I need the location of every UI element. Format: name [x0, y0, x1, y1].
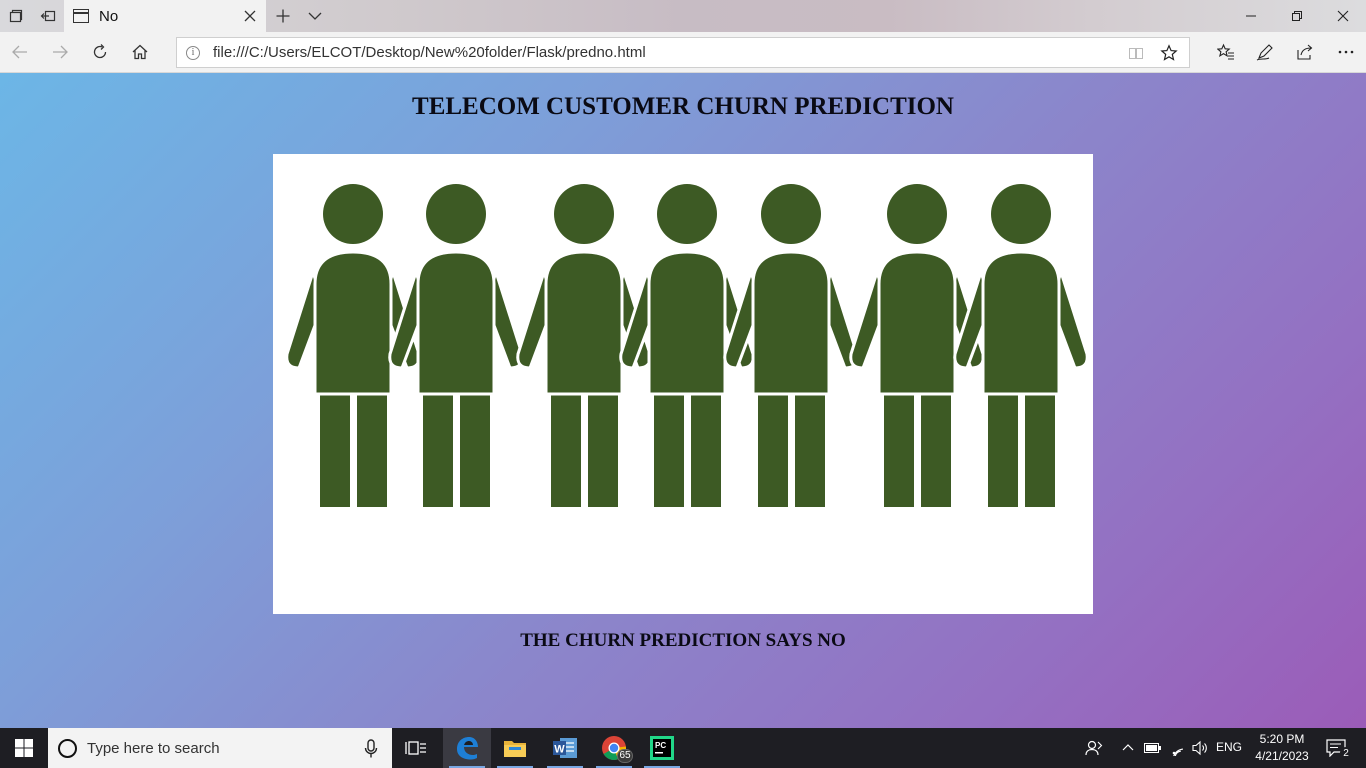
edge-browser-icon[interactable]	[443, 728, 491, 768]
browser-title-bar: No	[0, 0, 1366, 32]
web-note-pen-icon[interactable]	[1249, 36, 1281, 68]
tab-preview-chevron-icon[interactable]	[299, 0, 331, 32]
new-tab-icon[interactable]	[267, 0, 299, 32]
set-tabs-aside-icon[interactable]	[32, 0, 64, 32]
action-center-icon[interactable]: 2	[1320, 728, 1352, 768]
person-figure	[388, 184, 524, 507]
word-icon[interactable]: W	[541, 728, 589, 768]
notification-count: 2	[1340, 747, 1352, 760]
close-tab-icon[interactable]	[242, 8, 258, 24]
page-content: TELECOM CUSTOMER CHURN PREDICTION THE CH…	[0, 73, 1366, 728]
customers-illustration	[273, 154, 1093, 614]
favorites-hub-icon[interactable]	[1210, 36, 1242, 68]
file-explorer-icon[interactable]	[491, 728, 539, 768]
svg-text:PC: PC	[655, 741, 666, 750]
forward-arrow-icon[interactable]	[44, 36, 76, 68]
people-figures	[285, 184, 1089, 507]
more-options-icon[interactable]	[1330, 36, 1362, 68]
people-icon[interactable]	[1082, 728, 1106, 768]
address-bar[interactable]: i file:///C:/Users/ELCOT/Desktop/New%20f…	[176, 37, 1190, 68]
chrome-badge-count: 65	[619, 750, 631, 761]
windows-start-icon[interactable]	[0, 728, 48, 768]
page-icon	[73, 9, 89, 23]
task-view-icon[interactable]	[392, 728, 440, 768]
taskbar-search-box[interactable]: Type here to search	[48, 728, 392, 768]
volume-icon[interactable]	[1190, 728, 1212, 768]
pycharm-icon[interactable]: PC	[638, 728, 686, 768]
microphone-icon[interactable]	[364, 739, 378, 759]
restore-button[interactable]	[1274, 0, 1320, 32]
cortana-icon	[58, 738, 77, 758]
back-arrow-icon[interactable]	[4, 36, 36, 68]
share-icon[interactable]	[1289, 36, 1321, 68]
battery-icon[interactable]	[1142, 728, 1164, 768]
windows-taskbar: Type here to search W 65 PC ENG 5:20 PM …	[0, 728, 1366, 768]
show-hidden-icons-chevron-icon[interactable]	[1118, 728, 1138, 768]
refresh-icon[interactable]	[84, 36, 116, 68]
minimize-button[interactable]	[1228, 0, 1274, 32]
wifi-icon[interactable]	[1167, 728, 1189, 768]
person-figure	[953, 184, 1089, 507]
close-window-button[interactable]	[1320, 0, 1366, 32]
system-clock[interactable]: 5:20 PM 4/21/2023	[1252, 731, 1312, 765]
browser-toolbar: i file:///C:/Users/ELCOT/Desktop/New%20f…	[0, 32, 1366, 73]
input-language[interactable]: ENG	[1216, 740, 1242, 754]
site-info-icon[interactable]: i	[186, 45, 200, 60]
chrome-icon[interactable]: 65	[590, 728, 638, 768]
prediction-result: THE CHURN PREDICTION SAYS NO	[520, 630, 846, 651]
search-placeholder: Type here to search	[87, 739, 220, 757]
clock-time: 5:20 PM	[1259, 732, 1305, 746]
page-title: TELECOM CUSTOMER CHURN PREDICTION	[412, 93, 954, 120]
clock-date: 4/21/2023	[1255, 749, 1309, 763]
favorite-star-icon[interactable]	[1160, 44, 1178, 62]
tab-manager-icon[interactable]	[0, 0, 32, 32]
svg-text:W: W	[554, 744, 565, 756]
person-figure	[723, 184, 859, 507]
home-icon[interactable]	[124, 36, 156, 68]
tab-active[interactable]: No	[64, 0, 266, 32]
reading-view-icon[interactable]	[1127, 44, 1145, 62]
address-bar-url[interactable]: file:///C:/Users/ELCOT/Desktop/New%20fol…	[213, 44, 646, 61]
tab-title: No	[99, 7, 119, 25]
